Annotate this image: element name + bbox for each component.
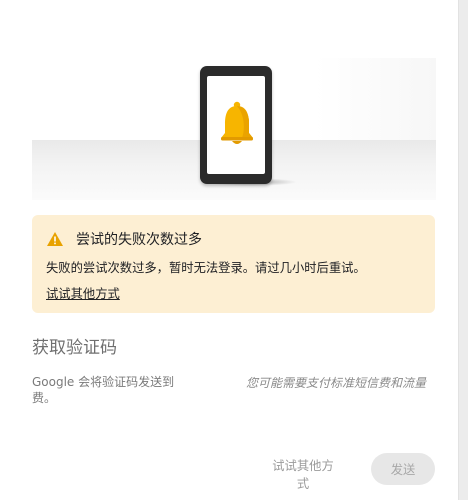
try-another-way-button[interactable]: 试试其他方式	[262, 455, 344, 491]
scrollbar-edge	[458, 0, 468, 500]
sms-fee-notice: 您可能需要支付标准短信费和流量	[246, 376, 427, 390]
try-another-way-link[interactable]: 试试其他方式	[46, 284, 120, 302]
section-title: 获取验证码	[32, 338, 117, 358]
send-button[interactable]: 发送	[371, 453, 435, 485]
bell-icon	[221, 101, 253, 144]
phone-screen	[207, 76, 265, 174]
banner-message: 失败的尝试次数过多，暂时无法登录。请过几小时后重试。	[46, 261, 366, 275]
description-text: Google 会将验证码发送到费。	[32, 375, 175, 405]
warning-icon	[47, 232, 63, 246]
phone-illustration	[200, 66, 272, 184]
illustration	[32, 58, 436, 200]
error-banner: 尝试的失败次数过多 失败的尝试次数过多，暂时无法登录。请过几小时后重试。 试试其…	[32, 215, 435, 313]
banner-title: 尝试的失败次数过多	[76, 232, 202, 248]
